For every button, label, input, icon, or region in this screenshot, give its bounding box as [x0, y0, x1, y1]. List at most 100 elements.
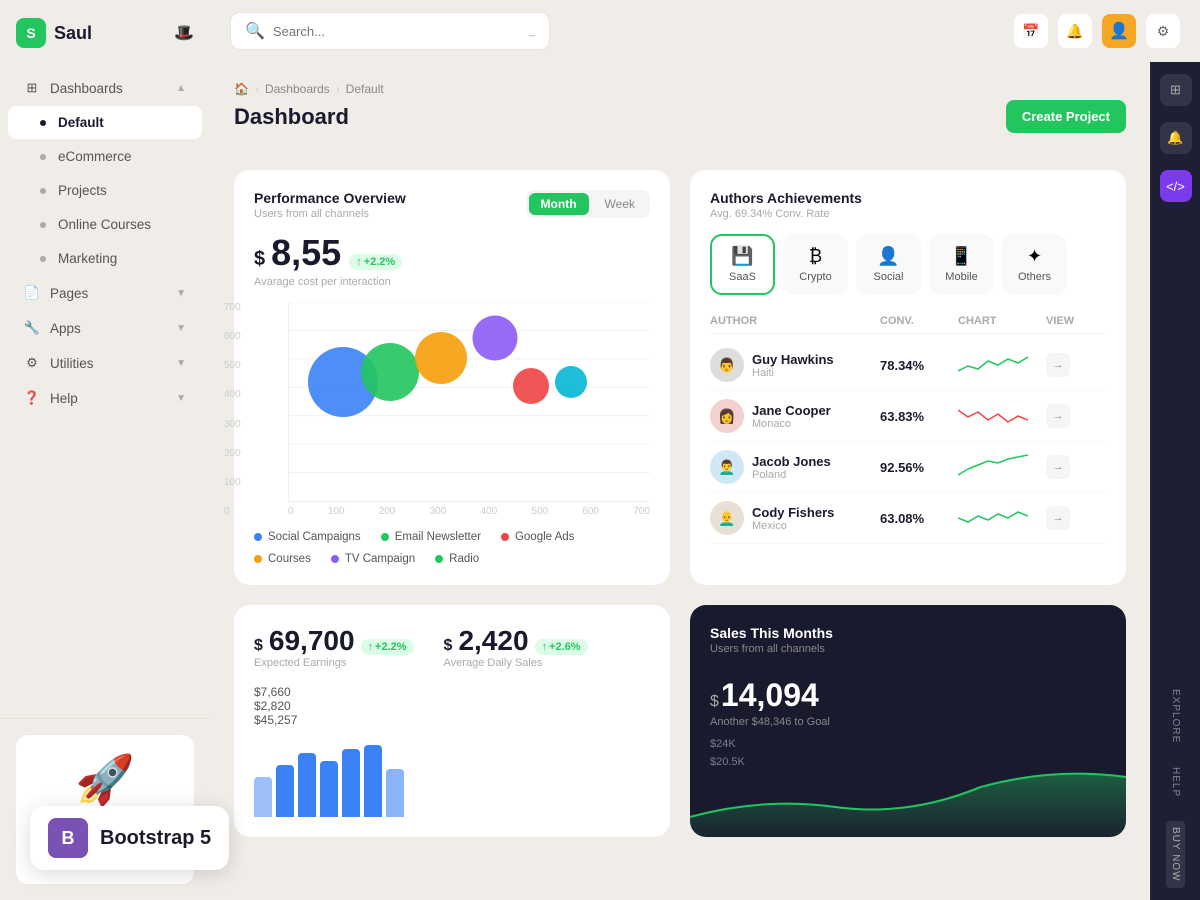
mobile-icon: 📱 — [950, 246, 972, 267]
saas-icon: 💾 — [731, 246, 753, 267]
view-arrow-button[interactable]: → — [1046, 455, 1070, 479]
grid-icon[interactable]: ⊞ — [1160, 74, 1192, 106]
settings-icon[interactable]: ⚙ — [1146, 14, 1180, 48]
right-sidebar: ⊞ 🔔 </> Explore Help Buy now — [1150, 62, 1200, 900]
side-labels: Explore Help Buy now — [1166, 689, 1185, 888]
performance-title: Performance Overview — [254, 190, 406, 206]
authors-header: Authors Achievements Avg. 69.34% Conv. R… — [710, 190, 1106, 220]
sidebar-logo: S Saul 🎩 — [0, 0, 210, 62]
amount-row-3: $45,257 — [254, 713, 650, 727]
buy-now-label[interactable]: Buy now — [1166, 821, 1185, 888]
cat-tab-others[interactable]: ✦ Others — [1002, 234, 1067, 295]
sparkline-chart — [958, 503, 1038, 533]
sidebar-item-ecommerce[interactable]: eCommerce — [8, 140, 202, 173]
cat-tab-saas[interactable]: 💾 SaaS — [710, 234, 775, 295]
search-icon: 🔍 — [245, 21, 265, 41]
author-details: Jacob Jones Poland — [752, 454, 831, 481]
sales-goal: Another $48,346 to Goal — [710, 716, 1106, 728]
big-amount: $ 8,55 — [254, 232, 341, 274]
search-box[interactable]: 🔍 _ — [230, 12, 550, 50]
legend-tv: TV Campaign — [331, 553, 415, 565]
sales-content: Sales This Months Users from all channel… — [710, 625, 1106, 768]
legend-radio: Radio — [435, 553, 479, 565]
daily-badge: ↑ +2.6% — [535, 639, 588, 655]
amount-badge: ↑ +2.2% — [349, 254, 402, 270]
bubble-3 — [415, 332, 467, 384]
search-input[interactable] — [273, 24, 521, 39]
create-project-button[interactable]: Create Project — [1006, 100, 1126, 133]
cat-tab-crypto[interactable]: ₿ Crypto — [783, 234, 848, 295]
author-details: Cody Fishers Mexico — [752, 505, 834, 532]
author-info: 👨‍🦲 Cody Fishers Mexico — [710, 501, 872, 535]
sparkline-chart — [958, 401, 1038, 431]
avatar: 👨‍🦲 — [710, 501, 744, 535]
month-toggle[interactable]: Month — [529, 193, 589, 215]
sidebar-pages-label: Pages — [50, 286, 88, 301]
bar-4 — [320, 761, 338, 817]
cat-tab-mobile[interactable]: 📱 Mobile — [929, 234, 994, 295]
sidebar-item-online-courses[interactable]: Online Courses — [8, 208, 202, 241]
breadcrumb-dashboards[interactable]: Dashboards — [265, 82, 330, 96]
dot-icon — [40, 222, 46, 228]
chevron-icon: ▼ — [176, 323, 186, 334]
legend-dot — [331, 555, 339, 563]
bubble-chart — [288, 302, 650, 502]
cat-tab-social[interactable]: 👤 Social — [856, 234, 921, 295]
page-header-row: 🏠 › Dashboards › Default Dashboard Creat… — [234, 82, 1126, 150]
week-toggle[interactable]: Week — [593, 193, 647, 215]
sidebar-item-utilities[interactable]: ⚙ Utilities ▼ — [8, 346, 202, 380]
sidebar-item-help[interactable]: ❓ Help ▼ — [8, 381, 202, 415]
amount-row: $ 8,55 ↑ +2.2% — [254, 232, 650, 274]
code-icon[interactable]: </> — [1160, 170, 1192, 202]
bar-6 — [364, 745, 382, 817]
sparkline-chart — [958, 350, 1038, 380]
sales-title: Sales This Months — [710, 625, 1106, 641]
sidebar-item-marketing[interactable]: Marketing — [8, 242, 202, 275]
sidebar-item-pages[interactable]: 📄 Pages ▼ — [8, 276, 202, 310]
legend-social: Social Campaigns — [254, 531, 361, 543]
author-details: Guy Hawkins Haiti — [752, 352, 834, 379]
legend-email: Email Newsletter — [381, 531, 481, 543]
amounts-list: $7,660 $2,820 $45,257 — [254, 685, 650, 727]
earnings-label: Expected Earnings — [254, 657, 414, 669]
avatar[interactable]: 👤 — [1102, 14, 1136, 48]
legend-dot — [254, 533, 262, 541]
page-title-section: 🏠 › Dashboards › Default Dashboard — [234, 82, 384, 150]
author-info: 👨 Guy Hawkins Haiti — [710, 348, 872, 382]
sidebar-item-dashboards[interactable]: ⊞ Dashboards ▲ — [8, 71, 202, 105]
view-arrow-button[interactable]: → — [1046, 353, 1070, 377]
daily-label: Average Daily Sales — [444, 657, 588, 669]
notifications-icon[interactable]: 🔔 — [1058, 14, 1092, 48]
amount-row-2: $2,820 — [254, 699, 650, 713]
view-arrow-button[interactable]: → — [1046, 506, 1070, 530]
sidebar-item-apps[interactable]: 🔧 Apps ▼ — [8, 311, 202, 345]
help-label[interactable]: Help — [1170, 767, 1181, 797]
explore-label[interactable]: Explore — [1170, 689, 1181, 743]
sidebar-utilities-label: Utilities — [50, 356, 94, 371]
social-icon: 👤 — [877, 246, 899, 267]
avatar: 👨 — [710, 348, 744, 382]
table-header: Author Conv. Chart View — [710, 309, 1106, 334]
performance-subtitle: Users from all channels — [254, 208, 406, 220]
area-chart-svg — [690, 757, 1126, 837]
bottom-row: $ 69,700 ↑ +2.2% Expected Earnings — [234, 605, 1126, 837]
sparkline-svg — [958, 504, 1028, 532]
content: 🏠 › Dashboards › Default Dashboard Creat… — [210, 62, 1200, 900]
sparkline-chart — [958, 452, 1038, 482]
bell-icon[interactable]: 🔔 — [1160, 122, 1192, 154]
avatar: 👩 — [710, 399, 744, 433]
calendar-icon[interactable]: 📅 — [1014, 14, 1048, 48]
daily-amount-row: $ 2,420 ↑ +2.6% — [444, 625, 588, 657]
sidebar-item-default[interactable]: Default — [8, 106, 202, 139]
topbar-right: 📅 🔔 👤 ⚙ — [1014, 14, 1180, 48]
author-details: Jane Cooper Monaco — [752, 403, 831, 430]
y-axis: 700 600 500 400 300 200 100 0 — [224, 302, 241, 517]
view-arrow-button[interactable]: → — [1046, 404, 1070, 428]
authors-subtitle: Avg. 69.34% Conv. Rate — [710, 208, 1106, 220]
sidebar-item-projects[interactable]: Projects — [8, 174, 202, 207]
sidebar-apps-label: Apps — [50, 321, 81, 336]
bubble-6 — [555, 366, 587, 398]
table-row: 👨‍🦱 Jacob Jones Poland 92.56% — [710, 442, 1106, 493]
earnings-stats: $ 69,700 ↑ +2.2% Expected Earnings — [254, 625, 650, 669]
bar-1 — [254, 777, 272, 817]
